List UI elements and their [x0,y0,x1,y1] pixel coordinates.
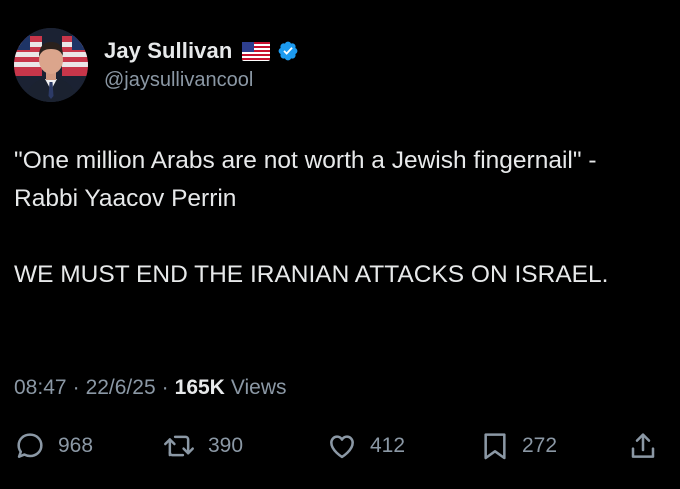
views-count: 165K [174,376,225,399]
reply-icon [14,430,46,462]
like-button[interactable]: 412 [326,426,405,466]
like-count: 412 [370,434,406,457]
bookmark-button[interactable]: 272 [480,426,557,466]
name-row: Jay Sullivan [104,36,299,66]
author-handle[interactable]: @jaysullivancool [104,69,299,92]
tweet-meta: 08:47 · 22/6/25 · 165K Views [14,376,286,400]
heart-icon [326,430,358,462]
avatar-image [14,28,88,102]
verified-badge-icon[interactable] [277,40,299,62]
tweet-text-line: "One million Arabs are not worth a Jewis… [14,147,597,212]
share-icon [628,430,658,462]
author-info: Jay Sullivan @jaysullivancool [104,36,299,92]
us-flag-icon [242,41,271,61]
views-label: Views [230,376,287,399]
bookmark-icon [480,430,510,462]
tweet-header: Jay Sullivan @jaysullivancool [14,28,299,102]
tweet-card: Jay Sullivan @jaysullivancool "One milli… [0,0,680,489]
repost-count: 390 [208,434,244,457]
tweet-text: "One million Arabs are not worth a Jewis… [14,142,654,294]
tweet-date[interactable]: 22/6/25 [86,376,156,400]
meta-separator: · [72,376,80,399]
tweet-text-line: WE MUST END THE IRANIAN ATTACKS ON ISRAE… [14,261,609,288]
display-name[interactable]: Jay Sullivan [104,38,232,64]
share-button[interactable] [628,426,658,466]
meta-separator: · [161,376,169,399]
avatar[interactable] [14,28,88,102]
tweet-time[interactable]: 08:47 [14,376,67,400]
reply-button[interactable]: 968 [14,426,93,466]
bookmark-count: 272 [522,434,558,457]
action-bar: 968 390 412 272 [0,426,680,466]
reply-count: 968 [58,434,94,457]
repost-icon [162,430,196,462]
repost-button[interactable]: 390 [162,426,243,466]
